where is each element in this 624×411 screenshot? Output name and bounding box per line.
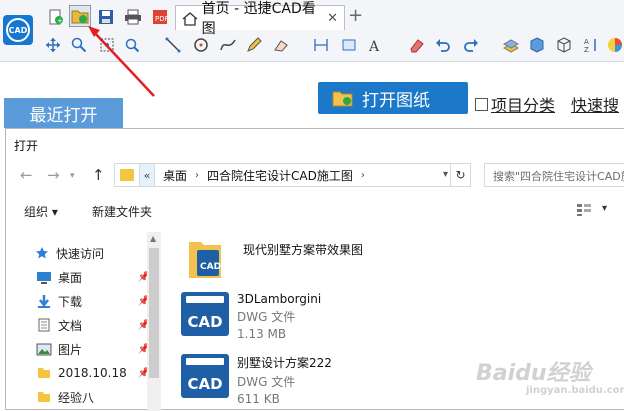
download-icon: [36, 294, 52, 308]
sidebar-item-desktop[interactable]: 桌面 📌: [36, 267, 154, 287]
list-item-dwg[interactable]: CAD 别墅设计方案222 DWG 文件 611 KB: [181, 354, 332, 406]
sidebar-scrollbar[interactable]: ▲: [147, 232, 161, 411]
sidebar-item-folder-2018[interactable]: 2018.10.18 📌: [36, 363, 154, 383]
search-input[interactable]: 搜索"四合院住宅设计CAD施: [484, 163, 624, 187]
breadcrumb-desktop[interactable]: 桌面: [163, 167, 187, 184]
recent-files-tab[interactable]: 最近打开: [4, 98, 123, 128]
file-type: DWG 文件: [237, 375, 296, 389]
folder-open-icon: [332, 91, 353, 107]
file-name: 3DLamborgini: [237, 292, 322, 306]
sidebar-item-quick-access[interactable]: 快速访问: [34, 243, 152, 263]
list-item-folder[interactable]: CAD 现代别墅方案带效果图: [187, 238, 363, 280]
picture-icon: [36, 342, 52, 356]
file-size: 611 KB: [237, 392, 280, 406]
sidebar-item-pictures[interactable]: 图片 📌: [36, 339, 154, 359]
sidebar-item-downloads[interactable]: 下载 📌: [36, 291, 154, 311]
navigation-pane: 快速访问 桌面 📌 下载 📌 文档 📌 图片 📌 2018.10.18 📌 经验…: [6, 232, 161, 411]
folder-icon: [36, 390, 52, 404]
breadcrumb-folder[interactable]: 四合院住宅设计CAD施工图: [207, 167, 353, 184]
file-name: 别墅设计方案222: [237, 356, 332, 370]
chevron-right-icon[interactable]: ›: [195, 170, 199, 181]
dialog-title: 打开: [14, 139, 39, 153]
quick-search-link[interactable]: 快速搜: [571, 92, 619, 116]
svg-text:CAD: CAD: [200, 262, 221, 272]
open-drawing-button[interactable]: 打开图纸: [318, 82, 468, 114]
view-options-icon[interactable]: [576, 203, 592, 220]
sidebar-item-documents[interactable]: 文档 📌: [36, 315, 154, 335]
desktop-icon: [36, 270, 52, 284]
new-folder-button[interactable]: 新建文件夹: [92, 203, 152, 220]
chevron-double-left-icon[interactable]: «: [139, 164, 155, 186]
back-arrow-icon[interactable]: ←: [20, 166, 33, 184]
chevron-right-icon[interactable]: ›: [361, 170, 365, 181]
folder-icon: [120, 169, 134, 181]
refresh-icon[interactable]: ↻: [450, 164, 470, 186]
list-item-dwg[interactable]: CAD 3DLamborgini DWG 文件 1.13 MB: [181, 292, 321, 341]
sidebar-item-folder-jingyan[interactable]: 经验八: [36, 387, 154, 407]
project-category-checkbox[interactable]: [475, 97, 488, 111]
file-type: DWG 文件: [237, 310, 296, 324]
project-category-toggle[interactable]: 项目分类: [475, 92, 555, 116]
watermark: Baidu经验 jingyan.baidu.com: [476, 361, 624, 396]
file-size: 1.13 MB: [237, 327, 287, 341]
scrollbar-thumb[interactable]: [149, 248, 159, 378]
organize-button[interactable]: 组织 ▾: [24, 203, 58, 220]
file-name: 现代别墅方案带效果图: [243, 243, 364, 257]
scroll-up-icon[interactable]: ▲: [150, 234, 156, 243]
up-arrow-icon[interactable]: ↑: [92, 166, 105, 184]
view-dropdown-icon[interactable]: ▾: [602, 203, 607, 214]
command-bar: 组织 ▾ 新建文件夹 ▾: [6, 197, 624, 223]
forward-arrow-icon[interactable]: →: [47, 166, 60, 184]
cad-file-icon: CAD: [181, 354, 229, 398]
address-dropdown-icon[interactable]: ▾: [443, 169, 448, 180]
cad-file-icon: CAD: [181, 292, 229, 336]
document-icon: [36, 318, 52, 332]
cad-folder-icon: CAD: [189, 242, 221, 278]
star-icon: [34, 246, 50, 260]
address-bar[interactable]: « 桌面 › 四合院住宅设计CAD施工图 › ▾ ↻: [114, 163, 471, 187]
folder-icon: [36, 366, 52, 380]
recent-locations-icon[interactable]: ▾: [70, 171, 75, 181]
